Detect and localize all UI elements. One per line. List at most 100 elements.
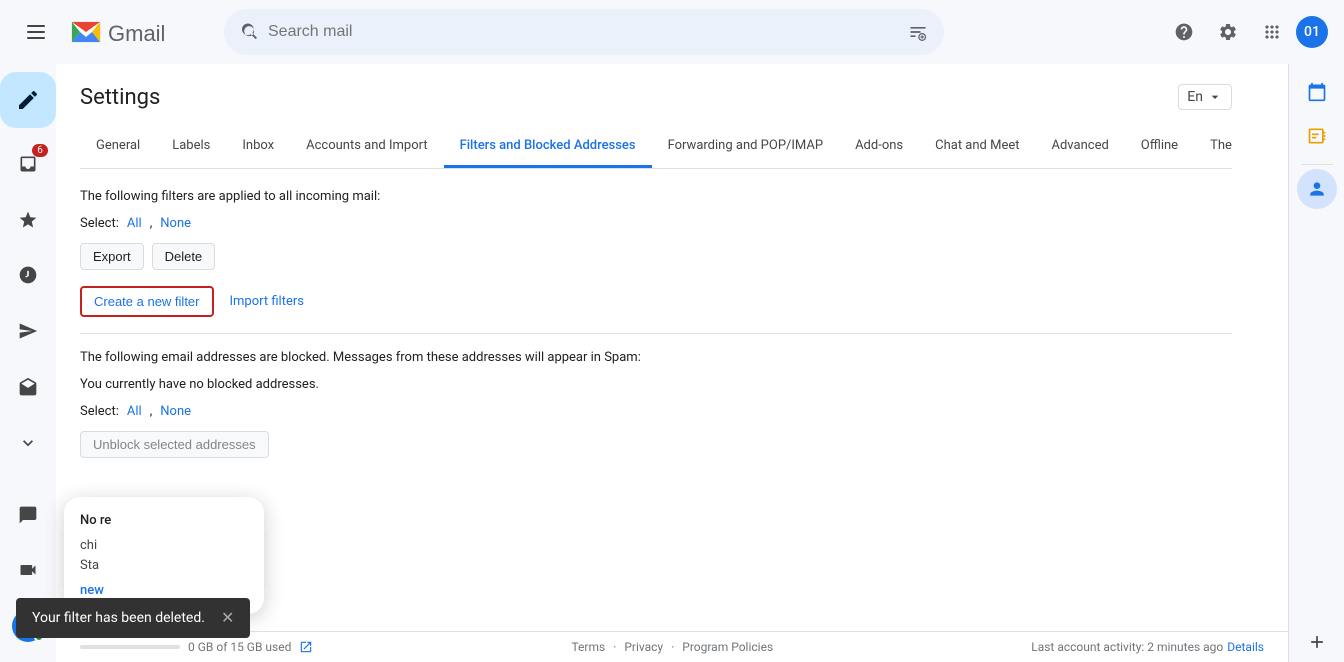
chat-popup: No re chiSta new xyxy=(64,497,264,614)
terms-link[interactable]: Terms xyxy=(571,640,605,654)
search-icon xyxy=(240,22,260,42)
blocked-select-all[interactable]: All xyxy=(127,404,142,419)
more-icon xyxy=(18,433,38,453)
sidebar-item-sent[interactable] xyxy=(0,303,56,359)
topbar-right: 01 xyxy=(1164,12,1328,52)
star-icon xyxy=(18,210,38,230)
sent-icon xyxy=(18,321,38,341)
settings-tabs: General Labels Inbox Accounts and Import… xyxy=(80,126,1232,169)
inbox-badge: 6 xyxy=(32,144,48,157)
settings-heading: Settings xyxy=(80,85,160,110)
right-panel xyxy=(1288,64,1344,662)
meet-icon xyxy=(18,560,38,580)
sidebar-item-chat[interactable] xyxy=(0,487,56,543)
compose-button[interactable] xyxy=(0,72,56,128)
tasks-icon xyxy=(1307,126,1327,146)
tab-general[interactable]: General xyxy=(80,126,156,168)
sidebar-item-drafts[interactable] xyxy=(0,359,56,415)
gmail-logo: Gmail xyxy=(68,14,200,50)
menu-button[interactable] xyxy=(16,12,56,52)
topbar: Gmail xyxy=(0,0,1344,64)
tab-labels[interactable]: Labels xyxy=(156,126,226,168)
chat-icon xyxy=(18,505,38,525)
filters-buttons: Export Delete xyxy=(80,243,1232,270)
tab-addons[interactable]: Add-ons xyxy=(839,126,919,168)
blocked-desc: The following email addresses are blocke… xyxy=(80,350,1232,365)
compose-icon xyxy=(16,88,40,112)
privacy-link[interactable]: Privacy xyxy=(624,640,663,654)
unblock-button[interactable]: Unblock selected addresses xyxy=(80,431,269,458)
snackbar: Your filter has been deleted. ✕ xyxy=(16,598,250,638)
chat-popup-text: chiSta xyxy=(80,536,248,575)
svg-text:Gmail: Gmail xyxy=(108,21,165,46)
blocked-select-label: Select: xyxy=(80,404,119,419)
apps-button[interactable] xyxy=(1252,12,1292,52)
add-apps-button[interactable] xyxy=(1297,622,1337,662)
tasks-button[interactable] xyxy=(1297,116,1337,156)
tab-forwarding[interactable]: Forwarding and POP/IMAP xyxy=(652,126,840,168)
topbar-left: Gmail xyxy=(16,12,200,52)
snackbar-close[interactable]: ✕ xyxy=(221,610,234,626)
chat-popup-links: new xyxy=(80,583,248,598)
help-icon xyxy=(1174,22,1194,42)
tab-accounts[interactable]: Accounts and Import xyxy=(290,126,443,168)
hamburger-icon xyxy=(27,25,45,39)
contacts-icon xyxy=(1307,179,1327,199)
export-button[interactable]: Export xyxy=(80,243,144,270)
snackbar-message: Your filter has been deleted. xyxy=(32,610,205,626)
tab-chat[interactable]: Chat and Meet xyxy=(919,126,1035,168)
program-policies-link[interactable]: Program Policies xyxy=(682,640,773,654)
details-link[interactable]: Details xyxy=(1227,640,1264,654)
tab-offline[interactable]: Offline xyxy=(1125,126,1194,168)
snoozed-icon xyxy=(18,265,38,285)
search-options-icon[interactable] xyxy=(908,22,928,42)
sidebar-item-snoozed[interactable] xyxy=(0,247,56,303)
tab-filters[interactable]: Filters and Blocked Addresses xyxy=(444,126,652,168)
inbox-icon xyxy=(18,154,38,174)
sidebar-item-meet[interactable] xyxy=(0,542,56,598)
select-label: Select: xyxy=(80,216,119,231)
storage-text: 0 GB of 15 GB used xyxy=(188,640,291,654)
last-activity-text: Last account activity: 2 minutes ago xyxy=(1031,640,1223,654)
lang-label: En xyxy=(1187,89,1203,105)
filters-select-row: Select: All, None xyxy=(80,216,1232,231)
tab-inbox[interactable]: Inbox xyxy=(226,126,290,168)
contacts-button[interactable] xyxy=(1297,169,1337,209)
footer-links: Terms · Privacy · Program Policies xyxy=(571,640,773,654)
add-icon xyxy=(1307,632,1327,652)
chevron-down-icon xyxy=(1207,89,1223,105)
blocked-section: The following email addresses are blocke… xyxy=(80,350,1232,458)
storage-bar xyxy=(80,645,180,649)
calendar-button[interactable] xyxy=(1297,72,1337,112)
apps-icon xyxy=(1262,22,1282,42)
select-all-link[interactable]: All xyxy=(127,216,142,231)
storage-info: 0 GB of 15 GB used xyxy=(80,640,313,654)
select-none-link[interactable]: None xyxy=(160,216,191,231)
search-input[interactable] xyxy=(268,23,900,41)
sidebar-item-more[interactable] xyxy=(0,415,56,471)
external-link-icon[interactable] xyxy=(299,640,313,654)
chat-new-link[interactable]: new xyxy=(80,583,104,598)
gmail-wordmark: Gmail xyxy=(108,17,200,47)
sidebar-item-inbox[interactable]: 6 xyxy=(0,136,56,192)
delete-button[interactable]: Delete xyxy=(152,243,216,270)
blocked-select-none[interactable]: None xyxy=(160,404,191,419)
chat-popup-title: No re xyxy=(80,513,248,528)
settings-button[interactable] xyxy=(1208,12,1248,52)
help-button[interactable] xyxy=(1164,12,1204,52)
gmail-logo-svg: Gmail xyxy=(108,17,200,47)
blocked-select-row: Select: All, None xyxy=(80,404,1232,419)
search-bar[interactable] xyxy=(224,9,944,55)
last-activity: Last account activity: 2 minutes ago Det… xyxy=(1031,640,1264,654)
settings-container: Settings En General Labels Inbox Account… xyxy=(56,64,1256,498)
gmail-m-icon xyxy=(68,14,104,50)
user-avatar[interactable]: 01 xyxy=(1296,16,1328,48)
create-filter-button[interactable]: Create a new filter xyxy=(80,286,214,317)
settings-title-row: Settings En xyxy=(80,84,1232,110)
language-button[interactable]: En xyxy=(1178,84,1232,110)
import-filters-link[interactable]: Import filters xyxy=(230,294,304,309)
sidebar-item-starred[interactable] xyxy=(0,192,56,248)
tab-themes[interactable]: Themes xyxy=(1194,126,1232,168)
drafts-icon xyxy=(18,377,38,397)
tab-advanced[interactable]: Advanced xyxy=(1036,126,1125,168)
